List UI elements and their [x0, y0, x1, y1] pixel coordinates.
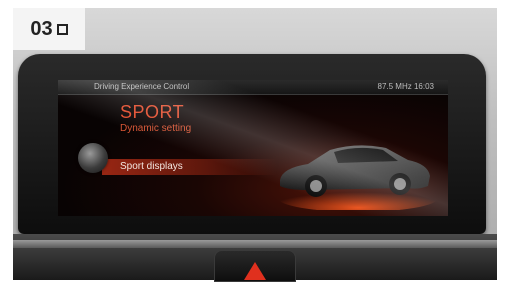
radio-time-status: 87.5 MHz 16:03 [377, 82, 434, 91]
menu-item-label: Sport displays [120, 161, 183, 172]
idrive-controller-knob [78, 143, 108, 173]
header-title: Driving Experience Control [94, 82, 190, 91]
mode-subtitle: Dynamic setting [120, 123, 192, 134]
checkbox-icon [56, 23, 68, 35]
status-bar: Driving Experience Control 87.5 MHz 16:0… [58, 80, 448, 95]
menu-item-sport-displays[interactable]: Sport displays [102, 159, 277, 175]
figure-label: 03 [13, 8, 85, 50]
dashboard-trim [13, 240, 497, 248]
figure-number: 03 [30, 17, 53, 40]
mode-title: SPORT [120, 102, 185, 122]
hazard-warning-icon[interactable] [244, 262, 266, 280]
car-illustration [278, 145, 438, 210]
idrive-screen: Driving Experience Control 87.5 MHz 16:0… [58, 80, 448, 216]
